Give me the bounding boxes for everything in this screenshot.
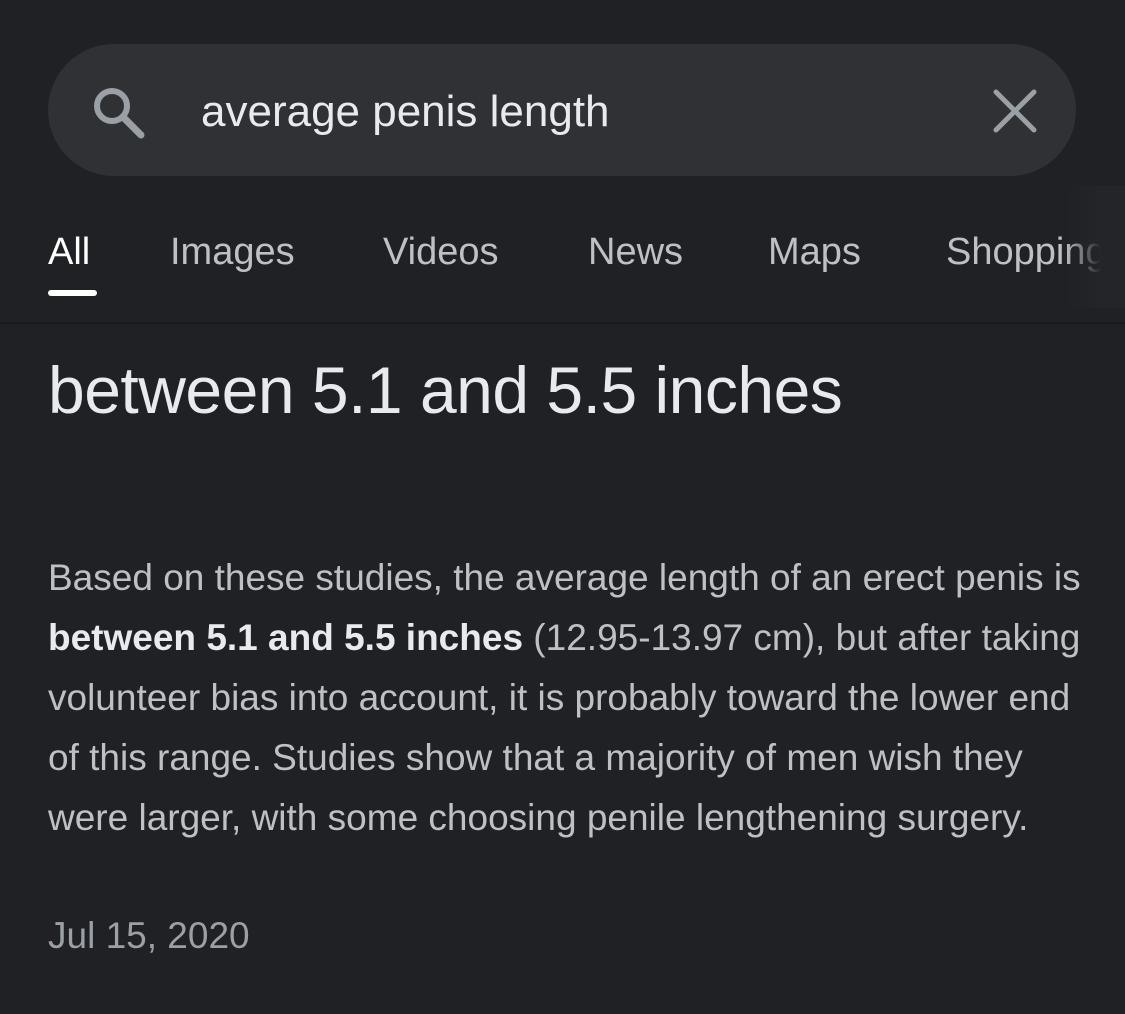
- search-input[interactable]: average penis length: [201, 84, 610, 140]
- search-tabs: All Images Videos News Maps Shopping: [0, 222, 1125, 302]
- tab-maps[interactable]: Maps: [768, 228, 861, 276]
- tabs-fade-overlay: [1065, 186, 1125, 308]
- snippet-text-before: Based on these studies, the average leng…: [48, 557, 1081, 598]
- search-icon[interactable]: [88, 82, 148, 142]
- active-tab-indicator: [48, 290, 97, 296]
- close-icon[interactable]: [988, 84, 1042, 138]
- search-header: average penis length All Images Videos N…: [0, 0, 1125, 324]
- snippet-text: Based on these studies, the average leng…: [48, 548, 1088, 848]
- tab-videos[interactable]: Videos: [383, 228, 499, 276]
- tab-news[interactable]: News: [588, 228, 683, 276]
- tab-all[interactable]: All: [48, 228, 90, 276]
- snippet-text-bold: between 5.1 and 5.5 inches: [48, 617, 524, 658]
- snippet-date: Jul 15, 2020: [48, 915, 250, 956]
- tab-images[interactable]: Images: [170, 228, 295, 276]
- featured-answer: between 5.1 and 5.5 inches: [48, 353, 843, 427]
